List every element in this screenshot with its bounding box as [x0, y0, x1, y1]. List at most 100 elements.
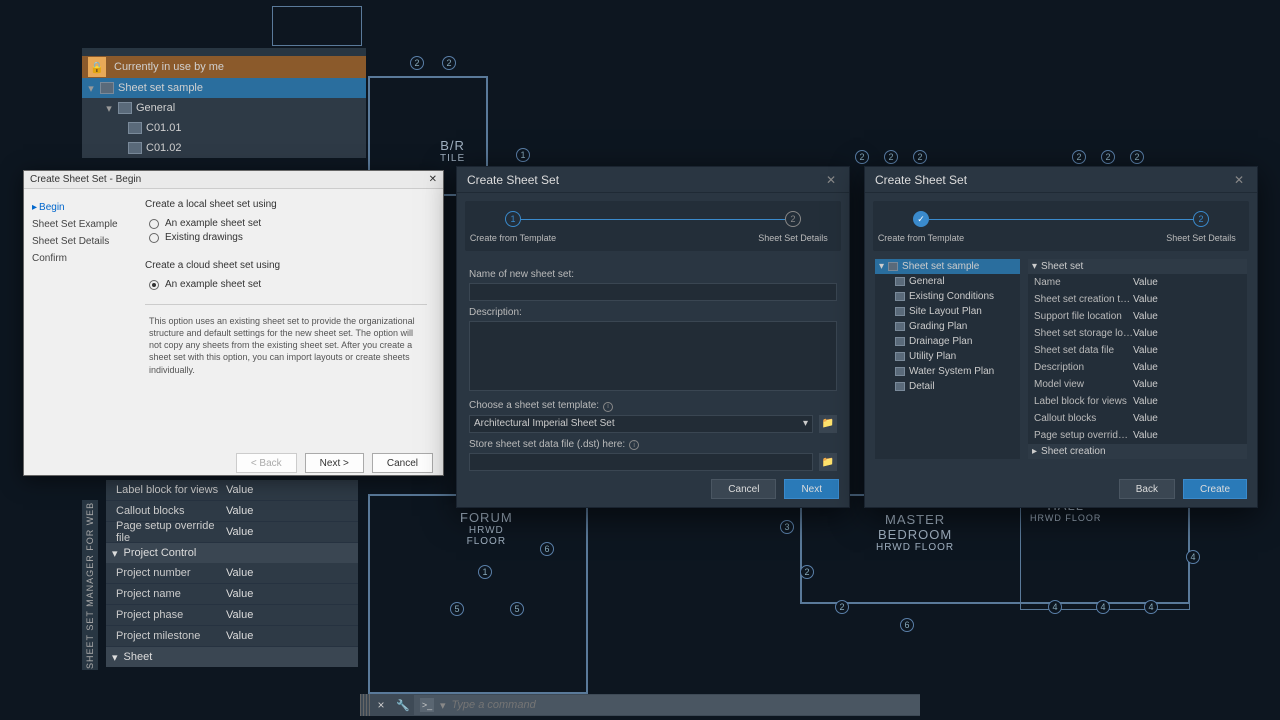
marker: 2 [835, 600, 849, 614]
step-circle-1: ✓ [913, 211, 929, 227]
wizard-step-example[interactable]: Sheet Set Example [30, 216, 123, 233]
radio-existing-drawings[interactable]: Existing drawings [149, 232, 427, 243]
browse-template-button[interactable]: 📁 [819, 415, 837, 433]
prop-row[interactable]: Sheet set storage locationValue [1028, 325, 1247, 342]
radio-example-local[interactable]: An example sheet set [149, 218, 427, 229]
stepper: 1Create from Template 2Sheet Set Details [465, 201, 841, 251]
info-icon[interactable]: i [629, 440, 639, 450]
prop-row[interactable]: Sheet set data fileValue [1028, 342, 1247, 359]
tree-item[interactable]: Water System Plan [875, 364, 1020, 379]
prop-row[interactable]: Callout blocksValue [1028, 410, 1247, 427]
cancel-button[interactable]: Cancel [372, 453, 433, 473]
prop-row[interactable]: Project phaseValue [106, 605, 358, 626]
sheetset-icon [100, 82, 114, 94]
info-icon[interactable]: i [603, 402, 613, 412]
template-select[interactable]: Architectural Imperial Sheet Set▾ [469, 415, 813, 433]
panel-title-vertical: SHEET SET MANAGER FOR WEB [82, 500, 98, 670]
prop-row[interactable]: Label block for viewsValue [1028, 393, 1247, 410]
prop-section-header[interactable]: ▾Project Control [106, 543, 358, 563]
tree-twisty[interactable]: ▾ [104, 102, 114, 115]
prop-row[interactable]: Sheet set creation templateValue [1028, 291, 1247, 308]
next-button[interactable]: Next > [305, 453, 364, 473]
tree-item[interactable]: Utility Plan [875, 349, 1020, 364]
chevron-down-icon: ▾ [803, 418, 808, 429]
sheet-icon [128, 142, 142, 154]
dialog-titlebar[interactable]: Create Sheet Set ✕ [865, 167, 1257, 193]
tree-item[interactable]: General [875, 274, 1020, 289]
command-line: × 🔧 >_ ▾ [360, 694, 920, 716]
prop-row[interactable]: Support file locationValue [1028, 308, 1247, 325]
wizard-step-begin[interactable]: Begin [30, 199, 123, 216]
description-label: Description: [469, 307, 837, 318]
back-button[interactable]: Back [1119, 479, 1175, 499]
radio-example-cloud[interactable]: An example sheet set [149, 279, 427, 290]
step-circle-1: 1 [505, 211, 521, 227]
prop-row[interactable]: Page setup override fileValue [106, 522, 358, 543]
create-sheet-set-details-dialog: Create Sheet Set ✕ ✓Create from Template… [864, 166, 1258, 508]
step-label: Create from Template [470, 233, 556, 243]
marker: 2 [800, 565, 814, 579]
sheet-icon [895, 292, 905, 301]
prop-row[interactable]: NameValue [1028, 274, 1247, 291]
prop-section-header[interactable]: ▸Sheet creation [1028, 444, 1247, 459]
wizard-step-confirm[interactable]: Confirm [30, 250, 123, 267]
marker: 2 [442, 56, 456, 70]
prop-row[interactable]: Page setup override fileValue [1028, 427, 1247, 444]
description-input[interactable] [469, 321, 837, 391]
tree-sheet[interactable]: C01.01 [82, 118, 366, 138]
prop-section-header[interactable]: ▾Sheet set [1028, 259, 1247, 274]
sheet-icon [895, 322, 905, 331]
prop-row[interactable]: Model viewValue [1028, 376, 1247, 393]
prop-row[interactable]: Callout blocksValue [106, 501, 358, 522]
close-icon[interactable]: ✕ [429, 174, 437, 185]
sheet-icon [895, 307, 905, 316]
dialog-titlebar[interactable]: Create Sheet Set - Begin ✕ [24, 171, 443, 189]
close-icon[interactable]: × [370, 694, 392, 716]
wrench-icon[interactable]: 🔧 [392, 694, 414, 716]
marker: 2 [410, 56, 424, 70]
drag-handle[interactable] [360, 694, 370, 716]
close-icon[interactable]: ✕ [823, 172, 839, 188]
section-heading: Create a cloud sheet set using [145, 260, 427, 271]
browse-store-button[interactable]: 📁 [819, 453, 837, 471]
prop-row[interactable]: Project milestoneValue [106, 626, 358, 647]
stepper: ✓Create from Template 2Sheet Set Details [873, 201, 1249, 251]
marker: 5 [450, 602, 464, 616]
next-button[interactable]: Next [784, 479, 839, 499]
tree-item[interactable]: Existing Conditions [875, 289, 1020, 304]
properties-panel: Label block for viewsValue Callout block… [106, 480, 358, 667]
marker: 2 [1072, 150, 1086, 164]
close-icon[interactable]: ✕ [1231, 172, 1247, 188]
prop-section-header[interactable]: ▾Sheet [106, 647, 358, 667]
tree-twisty[interactable]: ▾ [86, 82, 96, 95]
step-label: Sheet Set Details [1166, 233, 1236, 243]
tree-root[interactable]: ▾ Sheet set sample [82, 78, 366, 98]
dialog-title: Create Sheet Set - Begin [30, 174, 141, 185]
wizard-step-details[interactable]: Sheet Set Details [30, 233, 123, 250]
tree-item[interactable]: Detail [875, 379, 1020, 394]
tree-root[interactable]: ▾Sheet set sample [875, 259, 1020, 274]
chevron-down-icon[interactable]: ▾ [440, 699, 446, 712]
prop-row[interactable]: Label block for viewsValue [106, 480, 358, 501]
tree-item[interactable]: Site Layout Plan [875, 304, 1020, 319]
prop-row[interactable]: DescriptionValue [1028, 359, 1247, 376]
marker: 2 [884, 150, 898, 164]
step-circle-2: 2 [785, 211, 801, 227]
section-heading: Create a local sheet set using [145, 199, 427, 210]
prop-row[interactable]: Project nameValue [106, 584, 358, 605]
tree-sheet[interactable]: C01.02 [82, 138, 366, 158]
lock-status-text: Currently in use by me [114, 61, 224, 73]
store-path-input[interactable] [469, 453, 813, 471]
tree-item[interactable]: Drainage Plan [875, 334, 1020, 349]
back-button[interactable]: < Back [236, 453, 297, 473]
tree-group[interactable]: ▾ General [82, 98, 366, 118]
cancel-button[interactable]: Cancel [711, 479, 776, 499]
dialog-titlebar[interactable]: Create Sheet Set ✕ [457, 167, 849, 193]
tree-item[interactable]: Grading Plan [875, 319, 1020, 334]
sheet-set-name-input[interactable] [469, 283, 837, 301]
dialog-title: Create Sheet Set [875, 173, 967, 187]
prop-row[interactable]: Project numberValue [106, 563, 358, 584]
create-button[interactable]: Create [1183, 479, 1247, 499]
command-input[interactable] [452, 699, 914, 711]
divider [145, 304, 427, 305]
